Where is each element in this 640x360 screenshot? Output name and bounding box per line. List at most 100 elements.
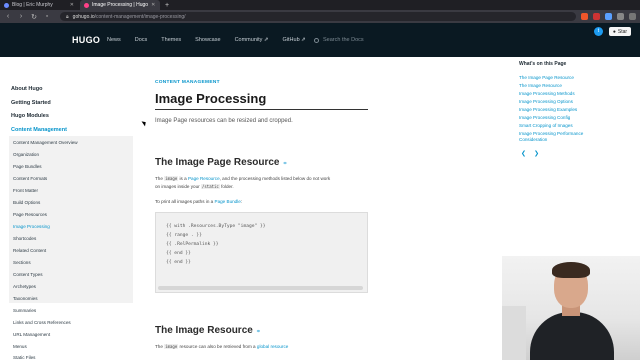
- toc-item[interactable]: The Image Resource: [519, 83, 562, 88]
- code-line: {{ end }}: [166, 260, 191, 265]
- nav-showcase[interactable]: Showcase: [195, 37, 220, 43]
- toc-item[interactable]: Image Processing Performance Considerati…: [519, 131, 589, 143]
- nav-community[interactable]: Community ⇗: [235, 37, 269, 43]
- extension-icon[interactable]: [605, 13, 612, 20]
- sidebar-item-about-hugo[interactable]: About Hugo: [11, 86, 42, 92]
- title-divider: [155, 109, 368, 110]
- sidebar-subitem[interactable]: Related Content: [13, 248, 46, 253]
- sidebar-subitem[interactable]: Organization: [13, 152, 39, 157]
- twitter-icon[interactable]: t: [594, 27, 603, 36]
- toc-item[interactable]: Image Processing Examples: [519, 107, 577, 112]
- webcam-overlay: [502, 256, 640, 360]
- code-line: {{ with .Resources.ByType "image" }}: [166, 224, 266, 229]
- browser-tab-active[interactable]: Image Processing | Hugo ✕: [80, 0, 160, 10]
- section-heading-text: The Image Resource: [155, 325, 253, 336]
- text: folder.: [219, 184, 234, 189]
- section-heading: The Image Resource ⚭: [155, 325, 261, 336]
- menu-icon[interactable]: [629, 13, 636, 20]
- url-host: gohugo.io: [72, 13, 95, 20]
- paragraph: The image resource can also be retrieved…: [155, 344, 288, 349]
- brave-shield-icon[interactable]: [581, 13, 588, 20]
- nav-docs[interactable]: Docs: [135, 37, 148, 43]
- sidebar-subitem[interactable]: Content Formats: [13, 176, 47, 181]
- nav-github[interactable]: GitHub ⇗: [283, 37, 306, 43]
- tab-title: Image Processing | Hugo: [92, 2, 149, 8]
- text: To print all images paths in a: [155, 199, 215, 204]
- url-path: /content-management/image-processing/: [94, 13, 186, 20]
- sidebar-subitem[interactable]: Content Types: [13, 272, 43, 277]
- sidebar-subitem[interactable]: Static Files: [13, 355, 35, 360]
- next-page-icon[interactable]: ❯: [534, 150, 539, 157]
- close-tab-icon[interactable]: ✕: [70, 2, 74, 8]
- horizontal-scrollbar[interactable]: [158, 286, 363, 290]
- toc-item[interactable]: The Image Page Resource: [519, 75, 574, 80]
- toc-item[interactable]: Image Processing Config: [519, 115, 570, 120]
- text: :: [240, 199, 243, 204]
- hugo-logo[interactable]: HUGO: [72, 35, 100, 45]
- inline-code: /static: [200, 184, 220, 189]
- sidebar-subitem[interactable]: Taxonomies: [13, 296, 38, 301]
- page-bundle-link[interactable]: Page Bundle: [215, 199, 241, 204]
- code-block[interactable]: {{ with .Resources.ByType "image" }} {{ …: [155, 212, 368, 293]
- code-line: {{ .RelPermalink }}: [166, 242, 219, 247]
- reload-icon[interactable]: ↻: [30, 13, 38, 21]
- sidebar-subitem-current[interactable]: Image Processing: [13, 224, 50, 229]
- bookmark-icon[interactable]: ▫: [43, 13, 51, 20]
- search-placeholder: Search the Docs: [323, 37, 364, 43]
- page-lead: Image Page resources can be resized and …: [155, 118, 293, 124]
- text: , and the processing methods listed belo…: [219, 176, 331, 181]
- background-shelf: [502, 306, 526, 360]
- sidebar-subitem[interactable]: Archetypes: [13, 284, 36, 289]
- text: on images inside your: [155, 184, 201, 189]
- toc-item[interactable]: Smart Cropping of Images: [519, 123, 573, 128]
- sidebar-subitem[interactable]: Summaries: [13, 308, 36, 313]
- tab-title: Blog | Eric Murphy: [12, 2, 53, 8]
- nav-themes[interactable]: Themes: [161, 37, 181, 43]
- close-tab-icon[interactable]: ✕: [151, 2, 155, 8]
- star-label: Star: [617, 28, 628, 35]
- site-header: HUGO News Docs Themes Showcase Community…: [0, 23, 640, 57]
- browser-tab-bar: Blog | Eric Murphy ✕ Image Processing | …: [0, 0, 640, 10]
- presenter-hair: [552, 262, 590, 278]
- extension-icon[interactable]: [617, 13, 624, 20]
- sidebar-subitem[interactable]: Page Resources: [13, 212, 47, 217]
- forward-icon[interactable]: ›: [17, 13, 25, 20]
- tab-favicon-icon: [4, 2, 9, 8]
- extension-icon[interactable]: [593, 13, 600, 20]
- github-star-button[interactable]: ● Star: [609, 27, 631, 36]
- inline-code: image: [164, 176, 179, 181]
- lock-icon: 🔒︎: [66, 13, 69, 20]
- browser-tab[interactable]: Blog | Eric Murphy ✕: [0, 0, 80, 10]
- toc-item[interactable]: Image Processing Methods: [519, 91, 575, 96]
- sidebar-subitem[interactable]: Shortcodes: [13, 236, 36, 241]
- search-input[interactable]: Search the Docs: [314, 37, 364, 43]
- sidebar-subitem[interactable]: Links and Cross References: [13, 320, 71, 325]
- link-anchor-icon[interactable]: ⚭: [256, 329, 261, 335]
- code-line: {{ range . }}: [166, 233, 202, 238]
- sidebar-subitem[interactable]: Page Bundles: [13, 164, 42, 169]
- back-icon[interactable]: ‹: [4, 13, 12, 20]
- global-resource-link[interactable]: global resource: [257, 344, 288, 349]
- top-nav: News Docs Themes Showcase Community ⇗ Gi…: [107, 37, 320, 43]
- sidebar-subitem[interactable]: URL Management: [13, 332, 50, 337]
- toc-item[interactable]: Image Processing Options: [519, 99, 573, 104]
- prev-page-icon[interactable]: ❮: [521, 150, 526, 157]
- new-tab-button[interactable]: +: [160, 0, 174, 10]
- sidebar-item-getting-started[interactable]: Getting Started: [11, 100, 51, 106]
- link-anchor-icon[interactable]: ⚭: [283, 161, 288, 167]
- sidebar-sublist: Content Management Overview Organization…: [9, 136, 133, 303]
- toc-pager: ❮ ❯: [521, 150, 539, 157]
- paragraph: on images inside your /static folder.: [155, 184, 234, 189]
- section-kicker[interactable]: CONTENT MANAGEMENT: [155, 80, 220, 85]
- sidebar-subitem[interactable]: Content Management Overview: [13, 140, 78, 145]
- page-resource-link[interactable]: Page Resource: [188, 176, 220, 181]
- sidebar-item-hugo-modules[interactable]: Hugo Modules: [11, 113, 49, 119]
- sidebar-subitem[interactable]: Sections: [13, 260, 31, 265]
- sidebar-subitem[interactable]: Front Matter: [13, 188, 38, 193]
- sidebar-subitem[interactable]: Build Options: [13, 200, 40, 205]
- nav-news[interactable]: News: [107, 37, 121, 43]
- sidebar-item-content-management[interactable]: Content Management: [11, 127, 67, 133]
- sidebar-subitem[interactable]: Menus: [13, 344, 27, 349]
- address-bar[interactable]: 🔒︎ gohugo.io/content-management/image-pr…: [60, 12, 576, 21]
- toc-title: What's on this Page: [519, 61, 567, 67]
